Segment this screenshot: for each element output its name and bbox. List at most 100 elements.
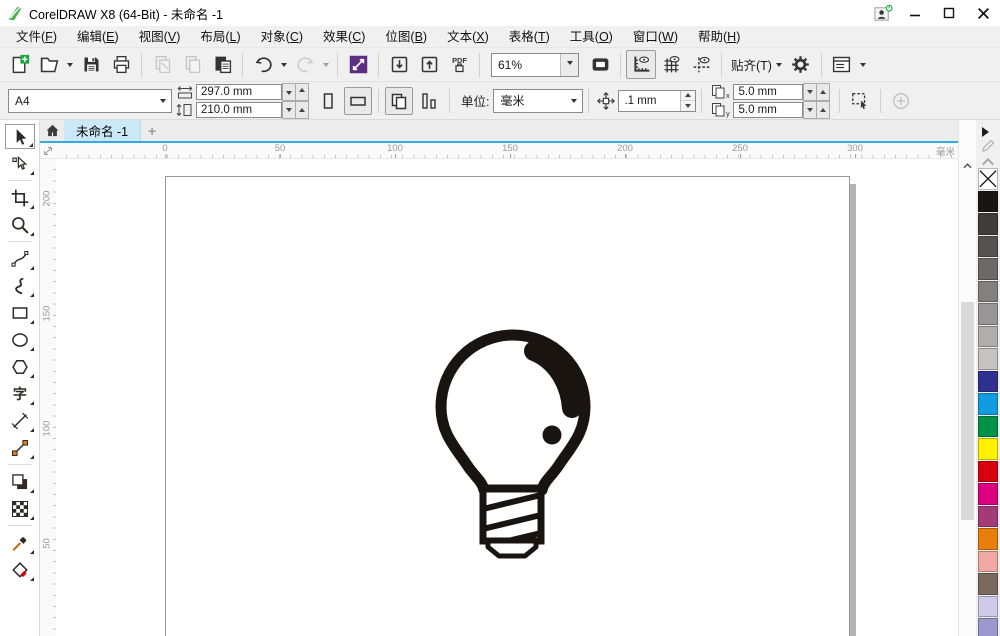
page-size-dropdown-icon[interactable] [154, 89, 171, 112]
maximize-button[interactable] [932, 0, 966, 26]
menu-item-11[interactable]: 窗口(W) [623, 26, 688, 48]
show-guidelines-button[interactable] [686, 50, 716, 79]
artistic-media-tool[interactable] [5, 273, 35, 298]
vertical-ruler[interactable]: 200 150 100 50 [40, 159, 57, 636]
treat-as-filled-button[interactable] [846, 87, 874, 115]
dropdown-arrow-icon[interactable] [64, 51, 76, 78]
new-tab-button[interactable]: + [141, 120, 163, 141]
menu-item-10[interactable]: 工具(O) [560, 26, 623, 48]
paste-button[interactable] [207, 50, 237, 79]
color-swatch-#f0a9a2[interactable] [978, 550, 998, 572]
document-tab[interactable]: 未命名 -1 [64, 120, 142, 141]
color-swatch-#999697[interactable] [978, 303, 998, 325]
drop-shadow-tool[interactable] [5, 469, 35, 494]
page-height-input[interactable]: 210.0 mm [196, 101, 282, 118]
color-swatch-#838080[interactable] [978, 280, 998, 302]
current-page-button[interactable] [415, 87, 443, 115]
page-width-spinner[interactable] [282, 82, 309, 101]
landscape-button[interactable] [344, 86, 372, 115]
menu-item-2[interactable]: 编辑(E) [67, 26, 129, 48]
color-swatch-#9b98cd[interactable] [978, 618, 998, 636]
fullscreen-preview-button[interactable] [585, 50, 615, 79]
freehand-tool[interactable] [5, 246, 35, 271]
horizontal-ruler[interactable]: 0 50 100 150 200 250 300 毫米 [56, 143, 958, 158]
rectangle-tool[interactable] [5, 300, 35, 325]
menu-item-1[interactable]: 文件(F) [6, 26, 67, 48]
undo-button[interactable] [248, 50, 278, 79]
menu-item-8[interactable]: 文本(X) [437, 26, 499, 48]
palette-scroll-up-icon[interactable] [981, 155, 995, 167]
vertical-scrollbar[interactable] [958, 120, 976, 636]
print-button[interactable] [106, 50, 136, 79]
color-swatch-#0e9be0[interactable] [978, 393, 998, 415]
color-swatch-#e87e0c[interactable] [978, 528, 998, 550]
snap-to-dropdown[interactable]: 贴齐(T) [727, 52, 786, 78]
dropdown-arrow-icon[interactable] [278, 51, 290, 78]
color-swatch-#d8000f[interactable] [978, 460, 998, 482]
minimize-button[interactable] [898, 0, 932, 26]
menu-item-5[interactable]: 对象(C) [251, 26, 313, 48]
scrollbar-thumb[interactable] [961, 302, 974, 520]
duplicate-y-input[interactable]: 5.0 mm [733, 101, 804, 118]
light-bulb-drawing[interactable] [430, 329, 596, 559]
palette-flyout-icon[interactable] [982, 127, 994, 137]
all-pages-button[interactable] [385, 86, 413, 115]
connector-tool[interactable] [5, 435, 35, 460]
save-button[interactable] [76, 50, 106, 79]
dropdown-arrow-icon[interactable] [857, 51, 869, 78]
menu-item-7[interactable]: 位图(B) [375, 26, 437, 48]
menu-item-6[interactable]: 效果(C) [313, 26, 375, 48]
search-content-button[interactable] [343, 50, 373, 79]
menu-item-3[interactable]: 视图(V) [129, 26, 191, 48]
zoom-dropdown-icon[interactable] [560, 53, 578, 76]
page-width-input[interactable]: 297.0 mm [196, 83, 282, 100]
ruler-origin-icon[interactable] [40, 143, 56, 158]
transparency-tool[interactable] [5, 496, 35, 521]
page-size-preset-combo[interactable]: A4 [8, 88, 172, 113]
zoom-level-combo[interactable]: 61% [491, 52, 579, 77]
drawing-canvas[interactable] [56, 159, 958, 636]
show-rulers-button[interactable] [626, 50, 656, 79]
duplicate-x-spinner[interactable] [803, 82, 831, 101]
export-button[interactable] [414, 50, 444, 79]
color-swatch-#dd0080[interactable] [978, 483, 998, 505]
color-swatch-#b0adad[interactable] [978, 325, 998, 347]
dropdown-arrow-icon[interactable] [320, 51, 332, 78]
color-swatch-#7a6a5c[interactable] [978, 573, 998, 595]
new-document-button[interactable] [4, 50, 34, 79]
ellipse-tool[interactable] [5, 327, 35, 352]
color-swatch-#009245[interactable] [978, 415, 998, 437]
crop-tool[interactable] [5, 185, 35, 210]
color-swatch-#a43b76[interactable] [978, 505, 998, 527]
menu-item-4[interactable]: 布局(L) [190, 26, 250, 48]
parallel-dimension-tool[interactable] [5, 408, 35, 433]
import-button[interactable] [384, 50, 414, 79]
duplicate-y-spinner[interactable] [803, 100, 831, 119]
sign-in-icon[interactable] [868, 0, 898, 26]
zoom-tool[interactable] [5, 212, 35, 237]
home-icon[interactable] [40, 120, 64, 141]
no-color-swatch[interactable] [978, 168, 998, 190]
color-eyedropper-tool[interactable] [5, 530, 35, 555]
menu-item-12[interactable]: 帮助(H) [688, 26, 750, 48]
nudge-spinner[interactable] [680, 90, 696, 111]
color-swatch-#c6c4c3[interactable] [978, 348, 998, 370]
text-tool[interactable]: 字 [5, 381, 35, 406]
publish-pdf-button[interactable]: PDF [444, 50, 474, 79]
show-grid-button[interactable] [656, 50, 686, 79]
color-swatch-#413c3a[interactable] [978, 213, 998, 235]
units-combo[interactable]: 毫米 [493, 88, 584, 113]
portrait-button[interactable] [314, 87, 342, 115]
color-swatch-#575252[interactable] [978, 235, 998, 257]
scroll-up-icon[interactable] [959, 158, 976, 174]
color-swatch-#6d6968[interactable] [978, 258, 998, 280]
page-height-spinner[interactable] [282, 100, 309, 119]
color-swatch-#2e3192[interactable] [978, 370, 998, 392]
options-gear-button[interactable] [786, 50, 816, 79]
color-swatch-#cfcae9[interactable] [978, 595, 998, 617]
quick-customize-button[interactable] [827, 50, 857, 79]
color-swatch-#fff200[interactable] [978, 438, 998, 460]
menu-item-9[interactable]: 表格(T) [499, 26, 560, 48]
units-dropdown-icon[interactable] [565, 89, 583, 112]
interactive-fill-tool[interactable] [5, 557, 35, 582]
